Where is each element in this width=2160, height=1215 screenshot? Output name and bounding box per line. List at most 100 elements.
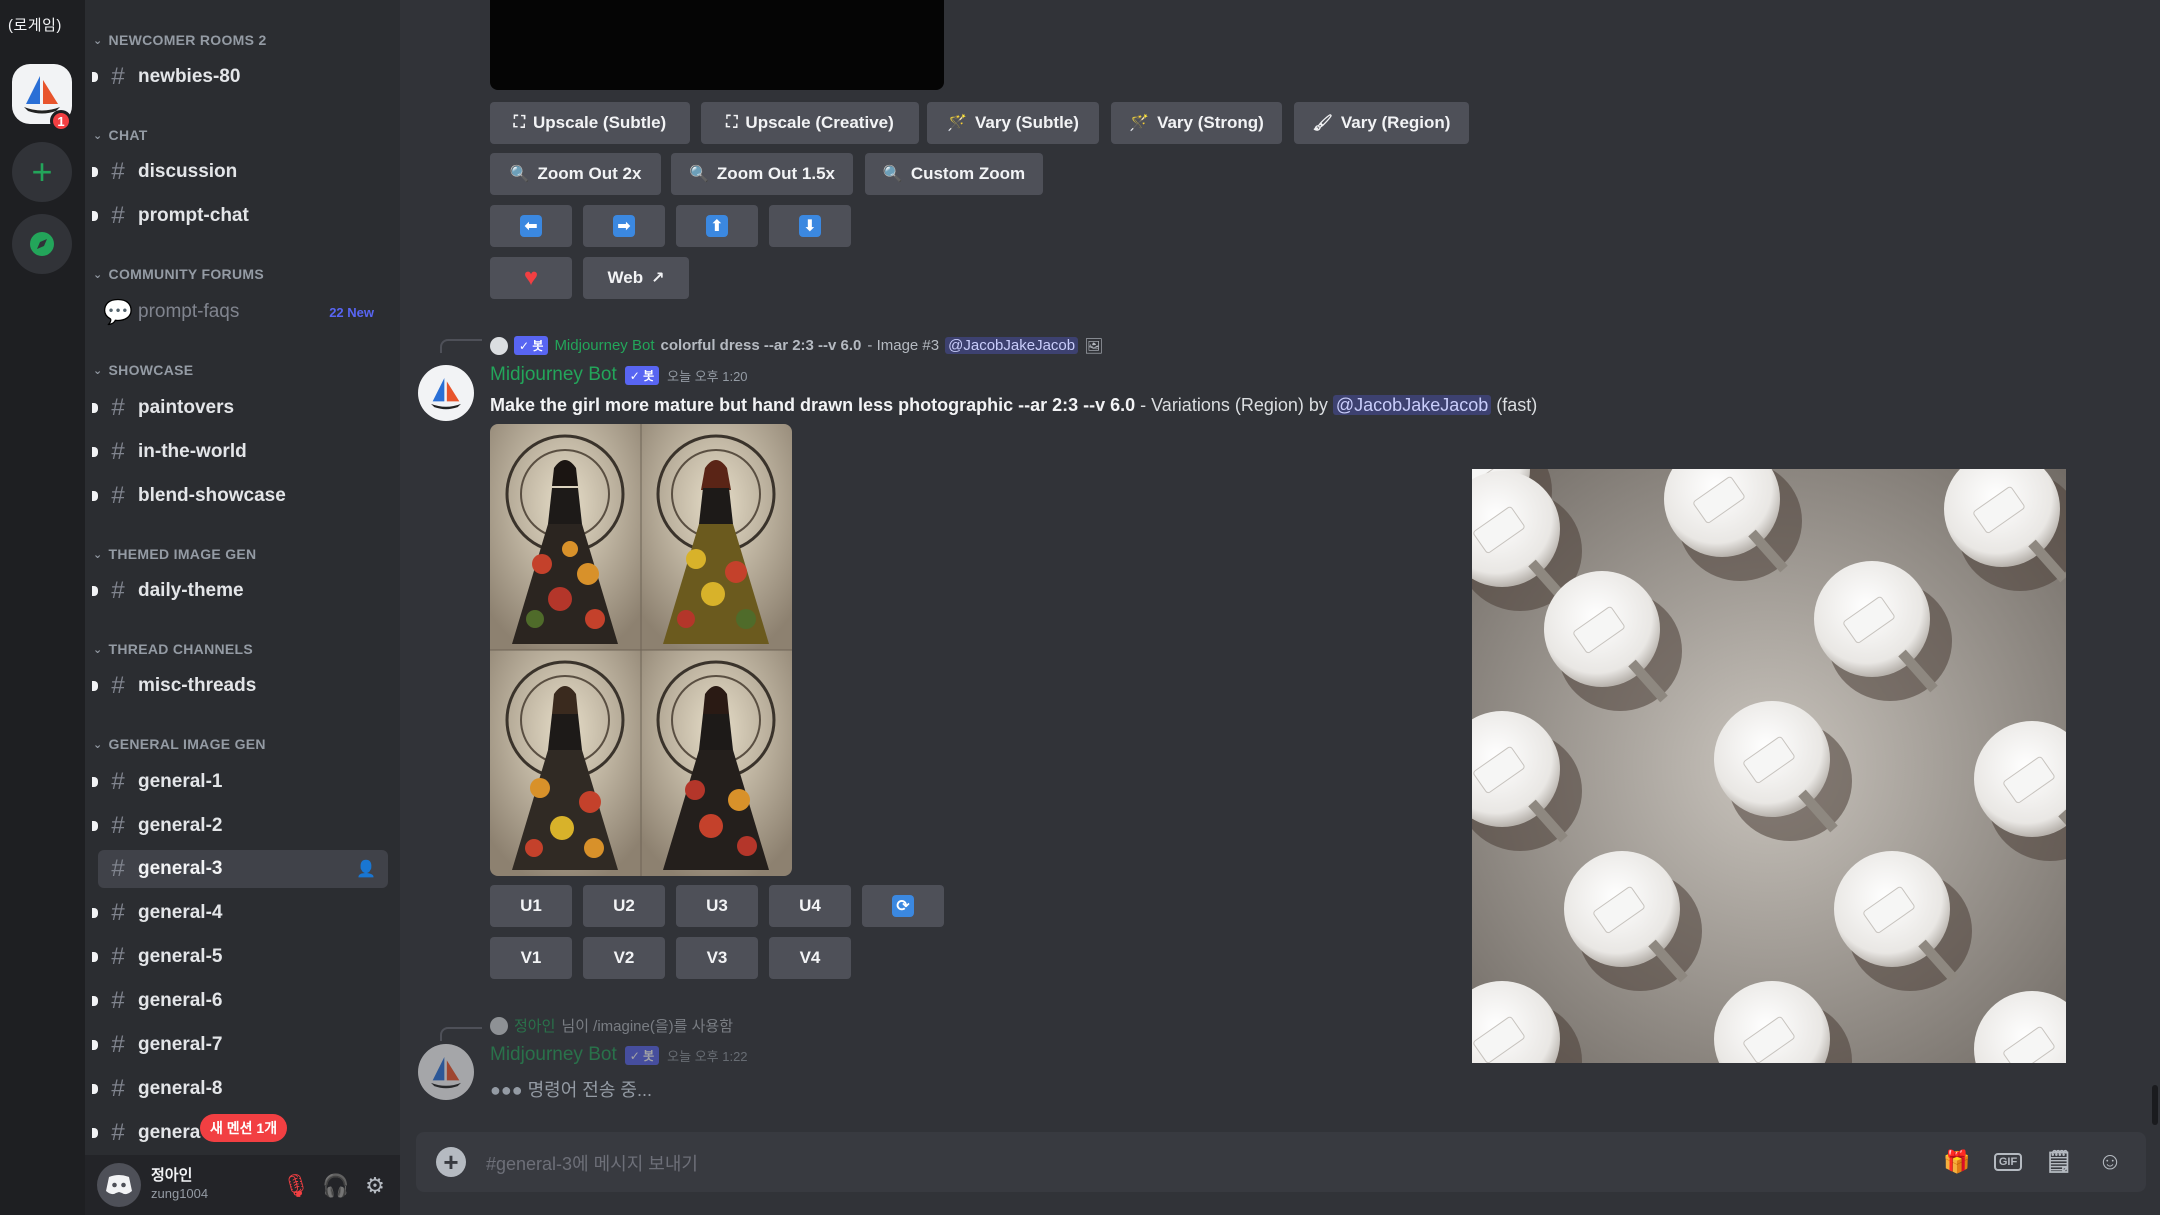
unread-indicator [92,821,98,831]
message-suffix: - Variations (Region) by [1135,395,1333,415]
category-threads[interactable]: ⌄ THREAD CHANNELS [93,641,253,657]
image-grid-attachment[interactable] [490,424,792,876]
mention-badge: 1 [50,110,72,132]
channel-blend-showcase[interactable]: # blend-showcase [92,477,388,515]
channel-discussion[interactable]: # discussion [92,153,388,191]
category-general[interactable]: ⌄ GENERAL IMAGE GEN [93,736,266,752]
variation-4-button[interactable]: V4 [769,937,851,979]
headphones-icon[interactable]: 🎧 [321,1171,351,1201]
message-content: Make the girl more mature but hand drawn… [490,395,1537,416]
vary-strong-button[interactable]: 🪄 Vary (Strong) [1111,102,1282,144]
message-input[interactable]: #general-3에 메시지 보내기 [486,1150,698,1176]
button-label: U1 [520,896,542,915]
user-mention[interactable]: @JacobJakeJacob [945,337,1079,354]
upscale-creative-button[interactable]: ⛶ Upscale (Creative) [701,102,919,144]
vary-subtle-button[interactable]: 🪄 Vary (Subtle) [927,102,1099,144]
chevron-down-icon: ⌄ [93,364,103,377]
sticker-icon[interactable]: 🗒 [2043,1147,2075,1177]
channel-in-the-world[interactable]: # in-the-world [92,433,388,471]
channel-general-8[interactable]: # general-8 [92,1070,388,1108]
external-link-icon: ↗ [651,270,665,287]
variation-1-button[interactable]: V1 [490,937,572,979]
bot-tag: ✓ 봇 [514,336,549,355]
vary-region-button[interactable]: 🖌 Vary (Region) [1294,102,1469,144]
reply-avatar [490,336,508,355]
add-server-icon[interactable]: + [12,142,72,202]
product-photo-image[interactable] [1472,469,2066,1063]
zoom-out-2x-button[interactable]: 🔍 Zoom Out 2x [490,153,661,195]
category-showcase[interactable]: ⌄ SHOWCASE [93,362,193,378]
new-mentions-pill[interactable]: 새 멘션 1개 [200,1114,288,1142]
channel-general-3[interactable]: # general-3 👤 [98,850,388,888]
channel-prompt-chat[interactable]: # prompt-chat [92,197,388,235]
message-composer[interactable]: + #general-3에 메시지 보내기 🎁 GIF 🗒 ☺ [416,1132,2146,1192]
refresh-icon: ⟳ [892,895,914,917]
user-mention[interactable]: @JacobJakeJacob [1332,395,1492,415]
upscale-icon: ⛶ [513,114,525,131]
four-figure-grid-image [490,424,792,876]
channel-prompt-faqs[interactable]: 💬 prompt-faqs 22 New [98,293,388,331]
pan-right-button[interactable]: ➡ [583,205,665,247]
settings-gear-icon[interactable]: ⚙ [360,1171,390,1201]
channel-general-5[interactable]: # general-5 [92,938,388,976]
avatar[interactable] [97,1163,141,1207]
previous-image-attachment[interactable] [490,0,944,90]
author-name[interactable]: Midjourney Bot [490,1044,617,1066]
explore-compass-icon[interactable] [12,214,72,274]
custom-zoom-button[interactable]: 🔍 Custom Zoom [865,153,1043,195]
variation-3-button[interactable]: V3 [676,937,758,979]
reply-text: 님이 /imagine(을)를 사용함 [561,1018,734,1035]
arrow-left-icon: ⬅ [520,215,542,237]
variation-2-button[interactable]: V2 [583,937,665,979]
pan-down-button[interactable]: ⬇ [769,205,851,247]
pan-left-button[interactable]: ⬅ [490,205,572,247]
favorite-button[interactable]: ♥ [490,257,572,299]
channel-sidebar: ⌄ NEWCOMER ROOMS 2 # newbies-80 ⌄ CHAT # dis… [85,0,400,1215]
category-themed[interactable]: ⌄ THEMED IMAGE GEN [93,546,256,562]
category-forums[interactable]: ⌄ COMMUNITY FORUMS [93,266,264,282]
upscale-2-button[interactable]: U2 [583,885,665,927]
gift-icon[interactable]: 🎁 [1941,1147,1973,1177]
channel-general-7[interactable]: # general-7 [92,1026,388,1064]
pan-up-button[interactable]: ⬆ [676,205,758,247]
gif-button[interactable]: GIF [1992,1147,2024,1177]
upscale-1-button[interactable]: U1 [490,885,572,927]
mute-mic-icon[interactable]: 🎙 [281,1171,311,1201]
chat-scrollbar[interactable] [2152,1085,2158,1125]
compass-icon [30,232,54,256]
user-names[interactable]: 정아인 zung1004 [151,1167,208,1203]
unread-indicator [92,1040,98,1050]
zoom-out-1-5x-button[interactable]: 🔍 Zoom Out 1.5x [671,153,853,195]
category-newcomer[interactable]: ⌄ NEWCOMER ROOMS 2 [93,32,267,48]
upscale-3-button[interactable]: U3 [676,885,758,927]
add-member-icon[interactable]: 👤 [356,859,376,879]
avatar[interactable] [418,365,474,421]
upscale-subtle-button[interactable]: ⛶ Upscale (Subtle) [490,102,690,144]
channel-daily-theme[interactable]: # daily-theme [92,572,388,610]
reroll-button[interactable]: ⟳ [862,885,944,927]
category-label: SHOWCASE [108,362,194,378]
unread-indicator [92,403,98,413]
category-label: THEMED IMAGE GEN [108,546,257,562]
channel-general-2[interactable]: # general-2 [92,807,388,845]
prompt-text: Make the girl more mature but hand drawn… [490,395,1136,415]
emoji-icon[interactable]: ☺ [2094,1147,2126,1177]
channel-label: prompt-chat [138,205,249,226]
channel-misc-threads[interactable]: # misc-threads [92,667,388,705]
channel-general-6[interactable]: # general-6 [92,982,388,1020]
attach-plus-icon[interactable]: + [436,1147,466,1177]
channel-paintovers[interactable]: # paintovers [92,389,388,427]
web-link-button[interactable]: Web ↗ [583,257,689,299]
category-chat[interactable]: ⌄ CHAT [93,127,148,143]
reply-preview[interactable]: ✓ 봇 Midjourney Bot colorful dress --ar 2… [490,336,1103,355]
channel-general-1[interactable]: # general-1 [92,763,388,801]
channel-general-4[interactable]: # general-4 [92,894,388,932]
rail-top-label: (로게임) [8,17,62,34]
unread-indicator [92,1128,98,1138]
upscale-4-button[interactable]: U4 [769,885,851,927]
avatar[interactable] [418,1044,474,1100]
button-label: U2 [613,896,635,915]
channel-newbies[interactable]: # newbies-80 [92,58,388,96]
reply-preview[interactable]: 정아인 님이 /imagine(을)를 사용함 [490,1015,733,1036]
author-name[interactable]: Midjourney Bot [490,364,617,386]
